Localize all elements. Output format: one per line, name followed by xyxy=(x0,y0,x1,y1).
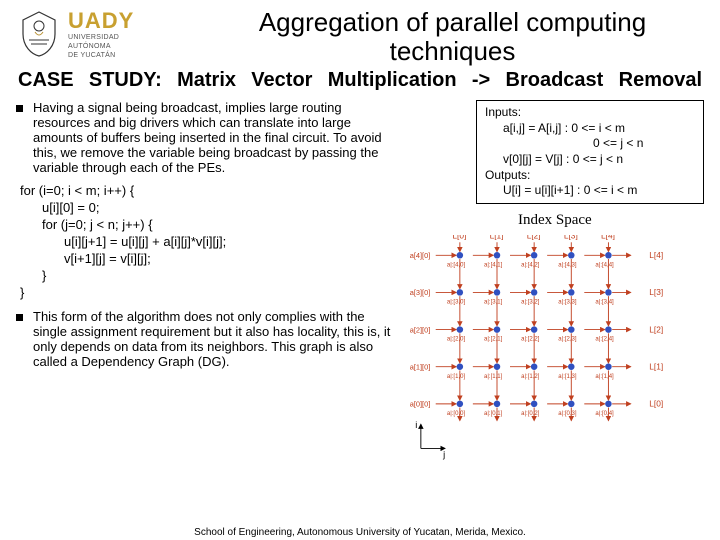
code-line: } xyxy=(20,285,396,302)
svg-text:a|:[0,0]: a|:[0,0] xyxy=(447,411,466,417)
svg-text:a|:[1,0]: a|:[1,0] xyxy=(447,374,466,380)
axis-j-label: j xyxy=(442,449,445,459)
svg-text:a[4][0]: a[4][0] xyxy=(409,251,430,260)
svg-text:a|:[4,1]: a|:[4,1] xyxy=(484,262,503,268)
code-line: u[i][j+1] = u[i][j] + a[i][j]*v[i][j]; xyxy=(64,234,396,251)
logo-block: UADY UNIVERSIDAD AUTÓNOMA DE YUCATÁN xyxy=(16,8,191,60)
svg-text:L[1]: L[1] xyxy=(489,235,503,241)
svg-text:a[1][0]: a[1][0] xyxy=(409,362,430,371)
logo-text: UADY UNIVERSIDAD AUTÓNOMA DE YUCATÁN xyxy=(68,10,134,59)
svg-text:L[3]: L[3] xyxy=(564,235,578,241)
code-line: v[i+1][j] = v[i][j]; xyxy=(64,251,396,268)
svg-text:a[0][0]: a[0][0] xyxy=(409,399,430,408)
svg-text:a|:[3,3]: a|:[3,3] xyxy=(558,299,577,305)
svg-text:a|:[4,3]: a|:[4,3] xyxy=(558,262,577,268)
svg-text:a|:[2,3]: a|:[2,3] xyxy=(558,336,577,342)
svg-text:L[2]: L[2] xyxy=(526,235,540,241)
code-line: for (i=0; i < m; i++) { xyxy=(20,183,396,200)
svg-text:a|:[2,4]: a|:[2,4] xyxy=(595,336,614,342)
io-line: U[i] = u[i][i+1] : 0 <= i < m xyxy=(503,183,695,199)
subtitle: CASE STUDY: Matrix Vector Multiplication… xyxy=(16,69,704,92)
right-column: Inputs: a[i,j] = A[i,j] : 0 <= i < m 0 <… xyxy=(406,100,704,468)
io-inputs-header: Inputs: xyxy=(485,105,695,121)
bullet-1-text: Having a signal being broadcast, implies… xyxy=(33,100,396,175)
page-title: Aggregation of parallel computing techni… xyxy=(201,8,704,65)
svg-text:a|:[3,2]: a|:[3,2] xyxy=(521,299,540,305)
code-line: u[i][0] = 0; xyxy=(42,200,396,217)
svg-text:L[3]: L[3] xyxy=(649,287,663,297)
bullet-2-text: This form of the algorithm does not only… xyxy=(33,309,396,369)
svg-text:a|:[0,3]: a|:[0,3] xyxy=(558,411,577,417)
header: UADY UNIVERSIDAD AUTÓNOMA DE YUCATÁN Agg… xyxy=(16,8,704,65)
svg-text:a|:[0,2]: a|:[0,2] xyxy=(521,411,540,417)
bullet-icon xyxy=(16,314,23,321)
dependency-graph: a[4][0] L[4] L[0] a|:[4,0] L[1] a|:[4,1] L[2] a… xyxy=(406,235,666,465)
svg-text:a|:[1,4]: a|:[1,4] xyxy=(595,374,614,380)
index-space-label: Index Space xyxy=(406,212,704,229)
svg-text:a|:[1,2]: a|:[1,2] xyxy=(521,374,540,380)
bullet-2: This form of the algorithm does not only… xyxy=(16,309,396,369)
svg-text:a[2][0]: a[2][0] xyxy=(409,325,430,334)
svg-text:a|:[3,1]: a|:[3,1] xyxy=(484,299,503,305)
logo-sub3: DE YUCATÁN xyxy=(68,52,134,59)
svg-text:a|:[1,3]: a|:[1,3] xyxy=(558,374,577,380)
logo-sub1: UNIVERSIDAD xyxy=(68,34,134,41)
code-line: } xyxy=(42,268,396,285)
svg-text:a|:[0,4]: a|:[0,4] xyxy=(595,411,614,417)
io-outputs-header: Outputs: xyxy=(485,168,695,184)
svg-text:a|:[1,1]: a|:[1,1] xyxy=(484,374,503,380)
svg-text:a|:[2,0]: a|:[2,0] xyxy=(447,336,466,342)
logo-acronym: UADY xyxy=(68,10,134,32)
svg-text:a[3][0]: a[3][0] xyxy=(409,288,430,297)
footer: School of Engineering, Autonomous Univer… xyxy=(0,527,720,538)
bullet-1: Having a signal being broadcast, implies… xyxy=(16,100,396,175)
svg-text:a|:[2,1]: a|:[2,1] xyxy=(484,336,503,342)
svg-text:L[4]: L[4] xyxy=(649,250,663,260)
io-line: v[0][j] = V[j] : 0 <= j < n xyxy=(503,152,695,168)
svg-text:a|:[3,4]: a|:[3,4] xyxy=(595,299,614,305)
svg-text:L[1]: L[1] xyxy=(649,361,663,371)
svg-text:a|:[0,1]: a|:[0,1] xyxy=(484,411,503,417)
svg-text:L[0]: L[0] xyxy=(452,235,466,241)
axis-i-label: i xyxy=(415,420,417,430)
svg-text:a|:[3,0]: a|:[3,0] xyxy=(447,299,466,305)
logo-sub2: AUTÓNOMA xyxy=(68,43,134,50)
svg-text:L[0]: L[0] xyxy=(649,398,663,408)
code-block: for (i=0; i < m; i++) { u[i][0] = 0; for… xyxy=(20,183,396,301)
svg-text:L[2]: L[2] xyxy=(649,324,663,334)
bullet-icon xyxy=(16,105,23,112)
io-box: Inputs: a[i,j] = A[i,j] : 0 <= i < m 0 <… xyxy=(476,100,704,204)
left-column: Having a signal being broadcast, implies… xyxy=(16,100,396,468)
content: Having a signal being broadcast, implies… xyxy=(16,100,704,468)
io-line: 0 <= j < n xyxy=(593,136,695,152)
svg-text:a|:[4,4]: a|:[4,4] xyxy=(595,262,614,268)
svg-text:a|:[4,0]: a|:[4,0] xyxy=(447,262,466,268)
svg-text:a|:[2,2]: a|:[2,2] xyxy=(521,336,540,342)
emblem-icon xyxy=(16,8,62,60)
io-line: a[i,j] = A[i,j] : 0 <= i < m xyxy=(503,121,695,137)
svg-text:L[4]: L[4] xyxy=(601,235,615,241)
svg-text:a|:[4,2]: a|:[4,2] xyxy=(521,262,540,268)
code-line: for (j=0; j < n; j++) { xyxy=(42,217,396,234)
